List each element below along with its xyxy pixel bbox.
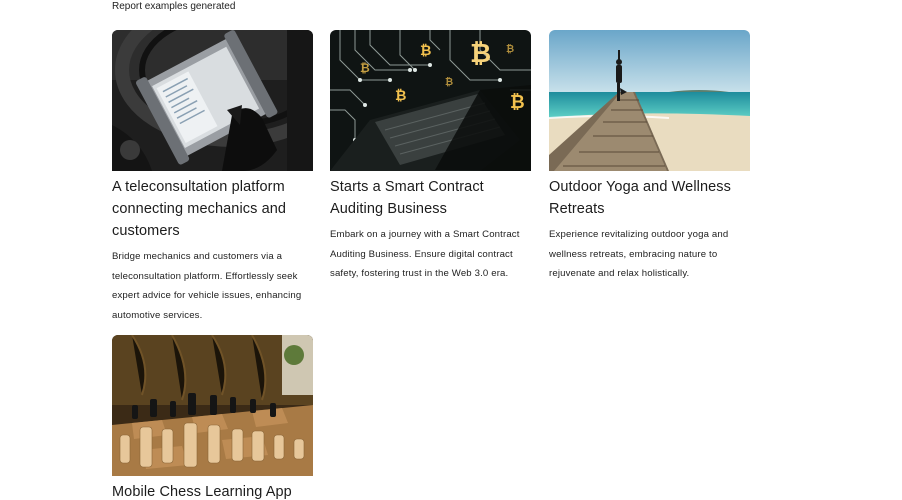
- svg-text:₿: ₿: [395, 88, 406, 104]
- svg-text:₿: ₿: [510, 92, 525, 113]
- card-title[interactable]: Starts a Smart Contract Auditing Busines…: [330, 176, 532, 220]
- card-image-beach-yoga[interactable]: [549, 30, 750, 171]
- card-image-chess[interactable]: [112, 335, 313, 476]
- report-examples-page: Report examples generated A teleconsulta…: [0, 0, 902, 500]
- card-title[interactable]: Outdoor Yoga and Wellness Retreats: [549, 176, 751, 220]
- card-image-mechanic[interactable]: [112, 30, 313, 171]
- card-title[interactable]: A teleconsultation platform connecting m…: [112, 176, 314, 242]
- svg-text:₿: ₿: [445, 76, 453, 88]
- card-description: Experience revitalizing outdoor yoga and…: [549, 229, 729, 279]
- card-description: Bridge mechanics and customers via a tel…: [112, 251, 302, 321]
- report-card-yoga[interactable]: Outdoor Yoga and Wellness Retreats Exper…: [549, 30, 751, 284]
- svg-text:₿: ₿: [506, 43, 514, 55]
- svg-text:₿: ₿: [470, 39, 491, 69]
- report-card-smart-contract[interactable]: ₿ ₿ ₿ ₿ ₿ ₿ ₿ Starts a Smart Contract Au…: [330, 30, 532, 284]
- card-title[interactable]: Mobile Chess Learning App: [112, 481, 314, 500]
- svg-text:₿: ₿: [360, 61, 370, 75]
- section-caption: Report examples generated: [112, 1, 236, 12]
- card-image-bitcoin-laptop[interactable]: ₿ ₿ ₿ ₿ ₿ ₿ ₿: [330, 30, 531, 171]
- card-description: Embark on a journey with a Smart Contrac…: [330, 229, 520, 279]
- svg-text:₿: ₿: [420, 43, 431, 59]
- report-card-chess[interactable]: Mobile Chess Learning App: [112, 335, 314, 500]
- report-card-mechanics[interactable]: A teleconsultation platform connecting m…: [112, 30, 314, 325]
